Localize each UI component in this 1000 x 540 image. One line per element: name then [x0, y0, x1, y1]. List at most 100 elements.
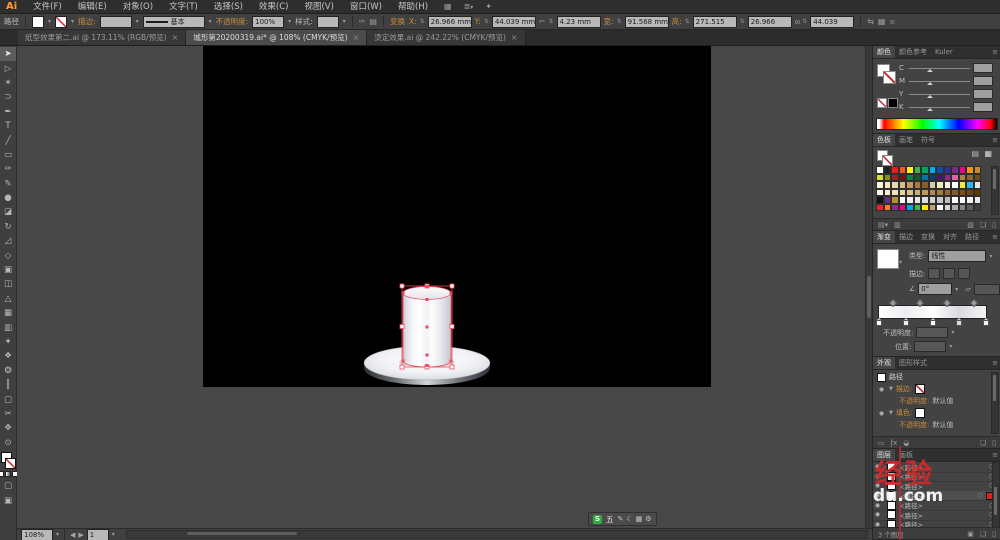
swatch-5-7[interactable] — [928, 203, 936, 211]
field-stepper-1[interactable]: ⇅ — [484, 18, 489, 25]
swatch-5-4[interactable] — [906, 203, 914, 211]
field-stepper-4[interactable]: ⇅ — [685, 18, 690, 25]
type-tool[interactable]: T — [0, 119, 16, 133]
fill-opacity-label[interactable]: 不透明度: — [899, 420, 929, 430]
channel-value-c[interactable] — [973, 63, 993, 73]
delete-layer-icon[interactable]: ▯ — [992, 530, 996, 538]
vertical-scrollbar[interactable] — [865, 46, 872, 528]
swatch-5-6[interactable] — [921, 203, 929, 211]
swatch-2-9[interactable] — [943, 181, 951, 189]
new-layer-icon[interactable]: ❏ — [980, 530, 986, 538]
controlbar-menu-icon[interactable]: ≡ — [889, 16, 895, 28]
swatches-tab-0[interactable]: 色板 — [873, 134, 895, 146]
next-artboard-icon[interactable]: ▶ — [78, 531, 83, 539]
stroke-caret-icon[interactable]: ▾ — [71, 18, 74, 25]
transform-link[interactable]: 变换 — [390, 16, 405, 27]
swatch-3-3[interactable] — [898, 188, 906, 196]
gradient-preset-caret[interactable]: ▾ — [899, 259, 902, 266]
swatch-1-5[interactable] — [913, 173, 921, 181]
appearance-stroke-label[interactable]: 描边: — [896, 384, 912, 394]
swatch-2-5[interactable] — [913, 181, 921, 189]
swatch-4-12[interactable] — [966, 196, 974, 204]
swatches-panel-menu-icon[interactable]: ≡ — [992, 134, 998, 146]
appearance-tab-0[interactable]: 外观 — [873, 357, 895, 369]
swatch-0-2[interactable] — [891, 166, 899, 174]
gradient-midpoint-3[interactable] — [969, 298, 978, 308]
channel-slider-k[interactable] — [909, 106, 970, 111]
swatch-0-3[interactable] — [898, 166, 906, 174]
swatch-libraries-icon[interactable]: ▤▾ — [878, 221, 888, 229]
menu-item-2[interactable]: 对象(O) — [115, 0, 161, 14]
swatch-2-13[interactable] — [973, 181, 981, 189]
opacity-link[interactable]: 不透明度: — [216, 16, 249, 27]
color-tab-0[interactable]: 颜色 — [873, 46, 895, 58]
field-stepper-2[interactable]: ⇅ — [549, 18, 554, 25]
ime-mode-toggle[interactable]: 五 — [606, 514, 614, 525]
transform-field-2[interactable]: 4.23 mm — [556, 15, 601, 28]
channel-slider-c[interactable] — [909, 67, 970, 72]
arrange-docs-icon[interactable]: ▦ — [444, 2, 452, 11]
line-segment-tool[interactable]: ╱ — [0, 133, 16, 147]
prev-artboard-icon[interactable]: ◀ — [70, 531, 75, 539]
swatch-1-2[interactable] — [891, 173, 899, 181]
swatch-0-9[interactable] — [943, 166, 951, 174]
swatch-3-7[interactable] — [928, 188, 936, 196]
swatch-3-12[interactable] — [966, 188, 974, 196]
new-effect-icon[interactable]: ƒx — [891, 439, 898, 447]
horizontal-scroll-thumb[interactable] — [186, 532, 297, 535]
screen-mode-icon[interactable]: ▣ — [0, 493, 16, 507]
stroke-grad-across-icon[interactable] — [958, 268, 971, 279]
appearance-stroke-swatch[interactable] — [915, 384, 926, 394]
channel-slider-m[interactable] — [909, 80, 970, 85]
swatch-0-8[interactable] — [936, 166, 944, 174]
swatch-4-10[interactable] — [951, 196, 959, 204]
artwork[interactable] — [203, 46, 711, 387]
swatch-2-4[interactable] — [906, 181, 914, 189]
gradient-stop-4[interactable] — [983, 318, 989, 326]
symbol-sprayer-tool[interactable]: ❂ — [0, 364, 16, 378]
layer-target-icon[interactable]: ○ — [978, 492, 983, 499]
new-color-group-icon[interactable]: ▧ — [967, 221, 974, 229]
swatch-1-10[interactable] — [951, 173, 959, 181]
document-tab-0[interactable]: 纸型效果第二.ai @ 173.11% (RGB/预览) × — [18, 30, 187, 45]
document-setup-icon[interactable]: ▤ — [369, 17, 377, 26]
color-panel-menu-icon[interactable]: ≡ — [992, 46, 998, 58]
artboard-tool[interactable]: ▢ — [0, 392, 16, 406]
swatch-5-13[interactable] — [973, 203, 981, 211]
swatch-0-0[interactable] — [876, 166, 884, 174]
swatch-3-4[interactable] — [906, 188, 914, 196]
swatches-stroke-proxy[interactable] — [882, 155, 893, 166]
swatch-4-4[interactable] — [906, 196, 914, 204]
gradient-midpoint-2[interactable] — [942, 298, 952, 308]
swatch-1-8[interactable] — [936, 173, 944, 181]
eraser-tool[interactable]: ◪ — [0, 205, 16, 219]
stroke-link[interactable]: 描边: — [78, 16, 96, 27]
gradient-tab-1[interactable]: 描边 — [895, 231, 917, 243]
fill-expand-icon[interactable]: ▼ — [889, 410, 893, 416]
menu-item-3[interactable]: 文字(T) — [161, 0, 206, 14]
free-transform-tool[interactable]: ▣ — [0, 263, 16, 277]
swatch-5-5[interactable] — [913, 203, 921, 211]
gradient-stop-1[interactable] — [902, 318, 909, 326]
channel-value-m[interactable] — [973, 76, 993, 86]
color-tab-1[interactable]: 颜色参考 — [895, 46, 931, 58]
field-stepper-3[interactable]: ⇅ — [617, 18, 622, 25]
color-spectrum-bar[interactable] — [876, 118, 998, 130]
link-dimensions-icon[interactable]: 8 — [793, 19, 801, 23]
swatch-0-1[interactable] — [883, 166, 891, 174]
swatch-3-10[interactable] — [951, 188, 959, 196]
swatch-3-2[interactable] — [891, 188, 899, 196]
fill-color-swatch[interactable] — [32, 15, 44, 28]
swatch-1-7[interactable] — [928, 173, 936, 181]
swatch-4-7[interactable] — [928, 196, 936, 204]
swatch-4-5[interactable] — [913, 196, 921, 204]
stroke-proxy[interactable] — [5, 457, 16, 469]
swatch-2-12[interactable] — [966, 181, 974, 189]
transform-field-3[interactable]: 91.568 mm — [624, 15, 669, 28]
width-tool[interactable]: ◇ — [0, 248, 16, 262]
opacity-field[interactable]: 100% — [252, 15, 285, 28]
recolor-artwork-icon[interactable]: ✑ — [359, 17, 366, 26]
gradient-stop-3[interactable] — [956, 318, 963, 326]
zoom-tool[interactable]: ⊙ — [0, 436, 16, 450]
color-tab-2[interactable]: Kuler — [931, 46, 957, 58]
